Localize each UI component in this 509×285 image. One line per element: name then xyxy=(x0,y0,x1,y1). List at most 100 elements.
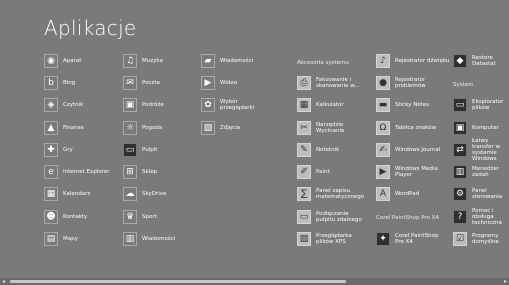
app-label: Łatwy transfer w systemie Windows xyxy=(472,138,500,162)
app-label: Podłączanie pulpitu zdalnego xyxy=(316,211,362,223)
browser-choice-icon: ✿ xyxy=(201,98,215,112)
app-tile-aparat[interactable]: ◉ Aparat xyxy=(44,53,81,69)
app-tile-finanse[interactable]: ▲ Finanse xyxy=(44,120,84,136)
app-tile-muzyka[interactable]: ♫ Muzyka xyxy=(123,53,163,69)
app-label: Corel PaintShop Pro X4 xyxy=(395,233,439,245)
app-tile-kontakty[interactable]: ☻ Kontakty xyxy=(44,209,87,225)
app-tile-kalendarz[interactable]: ▦ Kalendarz xyxy=(44,186,90,202)
app-tile-wiadomosci-news[interactable]: ▥ Wiadomości xyxy=(123,231,175,247)
skydrive-icon: ☁ xyxy=(123,187,137,201)
app-label: Wideo xyxy=(220,80,238,86)
maps-icon: ▤ xyxy=(44,232,58,246)
weather-icon: ☼ xyxy=(123,121,137,135)
app-tile-wideo[interactable]: ▶ Wideo xyxy=(201,75,237,91)
default-programs-icon: ☑ xyxy=(453,232,467,246)
app-label: Kalendarz xyxy=(63,191,91,197)
app-tile-gry[interactable]: ✚ Gry xyxy=(44,142,73,158)
app-tile-corel-paintshop[interactable]: ✦ Corel PaintShop Pro X4 xyxy=(376,231,438,247)
app-label: Internet Explorer xyxy=(63,169,110,175)
app-tile-paint[interactable]: ✐ Paint xyxy=(297,164,330,180)
scroll-right-icon[interactable]: ▸ xyxy=(502,278,509,285)
app-tile-eksplorator-plikow[interactable]: ▭ Eksplorator plików xyxy=(453,97,509,113)
app-tile-pogoda[interactable]: ☼ Pogoda xyxy=(123,120,162,136)
app-tile-faksowanie[interactable]: ⎙ Faksowanie i skanowanie w... xyxy=(297,75,359,91)
app-label: Kontakty xyxy=(63,214,88,220)
app-tile-windows-journal[interactable]: ✍ Windows Journal xyxy=(376,142,440,158)
scrollbar-thumb[interactable] xyxy=(10,280,346,283)
app-tile-sticky-notes[interactable]: ▬ Sticky Notes xyxy=(376,97,429,113)
app-label: Rejestrator dźwięku xyxy=(395,58,450,64)
app-tile-windows-media-player[interactable]: ▶ Windows Media Player xyxy=(376,164,438,180)
restore-icon: ◆ xyxy=(453,54,467,68)
app-label: Menedżer zadań xyxy=(472,166,500,178)
app-tile-zdjecia[interactable]: ▨ Zdjęcia xyxy=(201,120,240,136)
app-tile-pulpit[interactable]: ▭ Pulpit xyxy=(123,142,157,158)
app-tile-czytnik[interactable]: ◈ Czytnik xyxy=(44,97,83,113)
photos-icon: ▨ xyxy=(201,121,215,135)
app-label: Zdjęcia xyxy=(220,125,241,131)
app-label: Poczta xyxy=(142,80,160,86)
app-label: Sport xyxy=(142,214,157,220)
horizontal-scrollbar[interactable]: ◂ ▸ xyxy=(0,278,509,285)
media-player-icon: ▶ xyxy=(376,165,390,179)
app-label: Wiadomości xyxy=(142,236,176,242)
app-tile-wordpad[interactable]: A WordPad xyxy=(376,186,419,202)
app-tile-sport[interactable]: ♛ Sport xyxy=(123,209,157,225)
app-tile-tablica-znakow[interactable]: Ω Tablica znaków xyxy=(376,120,436,136)
app-label: Programy domyślne xyxy=(472,233,499,245)
app-tile-pulpit-zdalny[interactable]: ▭ Podłączanie pulpitu zdalnego xyxy=(297,209,362,225)
app-tile-komputer[interactable]: ▣ Komputer xyxy=(453,120,499,136)
app-label: Wybór przeglądarki xyxy=(220,99,255,111)
app-tile-panel-zapisu[interactable]: ∑ Panel zapisu matematycznego xyxy=(297,186,364,202)
app-tile-pomoc[interactable]: ? Pomoc i obsługa techniczna xyxy=(453,208,509,226)
app-tile-poczta[interactable]: ✉ Poczta xyxy=(123,75,160,91)
app-tile-panel-sterowania[interactable]: ⚙ Panel sterowania xyxy=(453,186,509,202)
app-label: Przeglądarka plików XPS xyxy=(316,233,352,245)
paint-icon: ✐ xyxy=(297,165,311,179)
app-tile-restore-datastat[interactable]: ◆ Restore Datastat xyxy=(453,53,509,69)
app-tile-latwy-transfer[interactable]: ⇄ Łatwy transfer w systemie Windows xyxy=(453,138,509,162)
app-label: Aparat xyxy=(63,58,82,64)
app-tile-menedzer-zadan[interactable]: ▥ Menedżer zadań xyxy=(453,164,509,180)
remote-desktop-icon: ▭ xyxy=(297,210,311,224)
app-tile-programy-domyslne[interactable]: ☑ Programy domyślne xyxy=(453,231,499,247)
app-label: Bing xyxy=(63,80,76,86)
app-tile-kalkulator[interactable]: ▦ Kalkulator xyxy=(297,97,344,113)
app-label: Paint xyxy=(316,169,330,175)
app-label: Sklep xyxy=(142,169,158,175)
app-tile-rejestrator-dzwieku[interactable]: ♪ Rejestrator dźwięku xyxy=(376,53,449,69)
app-label: Pogoda xyxy=(142,125,163,131)
app-label: Narzędzie Wycinanie xyxy=(316,122,345,134)
travel-icon: ▣ xyxy=(123,98,137,112)
app-tile-notatnik[interactable]: ✎ Notatnik xyxy=(297,142,339,158)
app-label: Kalkulator xyxy=(316,102,344,108)
app-label: Pulpit xyxy=(142,147,158,153)
app-tile-skydrive[interactable]: ☁ SkyDrive xyxy=(123,186,166,202)
transfer-icon: ⇄ xyxy=(453,143,467,157)
app-tile-rejestrator-problemow[interactable]: ● Rejestrator problemów xyxy=(376,75,426,91)
app-label: Pomoc i obsługa techniczna xyxy=(472,208,502,226)
app-tile-bing[interactable]: b Bing xyxy=(44,75,75,91)
app-tile-wybor-przegladarki[interactable]: ✿ Wybór przeglądarki xyxy=(201,97,254,113)
app-label: Sticky Notes xyxy=(395,102,430,108)
app-label: Czytnik xyxy=(63,102,84,108)
mail-icon: ✉ xyxy=(123,76,137,90)
scroll-left-icon[interactable]: ◂ xyxy=(0,278,7,285)
help-icon: ? xyxy=(453,210,467,224)
store-icon: ⊞ xyxy=(123,165,137,179)
computer-icon: ▣ xyxy=(453,121,467,135)
app-tile-podroze[interactable]: ▣ Podróże xyxy=(123,97,164,113)
app-tile-narzedzie-wycinanie[interactable]: ✂ Narzędzie Wycinanie xyxy=(297,120,344,136)
app-label: Gry xyxy=(63,147,73,153)
sound-recorder-icon: ♪ xyxy=(376,54,390,68)
app-tile-mapy[interactable]: ▤ Mapy xyxy=(44,231,78,247)
app-tile-wiadomosci-messaging[interactable]: ▰ Wiadomości xyxy=(201,53,253,69)
app-label: Panel sterowania xyxy=(472,188,503,200)
app-tile-internet-explorer[interactable]: e Internet Explorer xyxy=(44,164,110,180)
steps-recorder-icon: ● xyxy=(376,76,390,90)
app-tile-przegladarka-xps[interactable]: ▧ Przeglądarka plików XPS xyxy=(297,231,352,247)
app-tile-sklep[interactable]: ⊞ Sklep xyxy=(123,164,157,180)
music-icon: ♫ xyxy=(123,54,137,68)
charmap-icon: Ω xyxy=(376,121,390,135)
app-label: Eksplorator plików xyxy=(472,99,504,111)
